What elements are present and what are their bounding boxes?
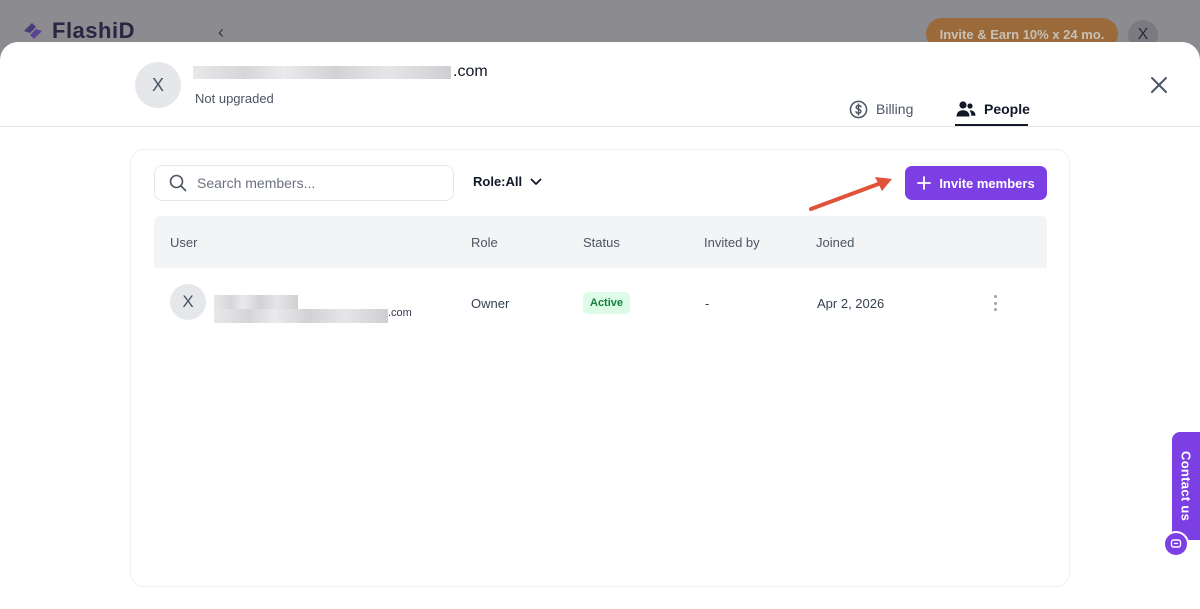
active-tab-indicator xyxy=(955,124,1028,126)
contact-us-label: Contact us xyxy=(1178,450,1194,522)
member-role: Owner xyxy=(471,296,510,311)
search-box[interactable] xyxy=(154,165,454,201)
tab-people[interactable]: People xyxy=(956,92,1030,126)
dollar-circle-icon xyxy=(849,100,868,118)
row-actions-kebab-icon[interactable] xyxy=(990,293,1000,313)
tab-billing-label: Billing xyxy=(876,101,914,117)
column-invited-by: Invited by xyxy=(704,235,760,250)
members-card: Role:All Invite members User Role Status… xyxy=(130,149,1070,587)
invite-members-button[interactable]: Invite members xyxy=(905,166,1047,200)
redacted-email-blur xyxy=(214,309,388,323)
column-joined: Joined xyxy=(816,235,855,250)
member-avatar: X xyxy=(170,284,206,320)
role-filter-label: Role:All xyxy=(473,174,523,189)
people-icon xyxy=(956,101,976,117)
tab-people-label: People xyxy=(984,101,1030,117)
logo-text: FlashiD xyxy=(52,18,135,43)
status-badge: Active xyxy=(583,292,631,314)
member-joined-date: Apr 2, 2026 xyxy=(817,296,885,311)
account-email: .com xyxy=(193,63,488,81)
account-plan-status: Not upgraded xyxy=(195,91,274,106)
search-icon xyxy=(169,174,187,192)
redacted-email-blur xyxy=(193,65,451,79)
modal-header: X .com Not upgraded Billing People xyxy=(0,42,1200,127)
account-modal: X .com Not upgraded Billing People Searc… xyxy=(0,42,1200,609)
role-filter-dropdown[interactable]: Role:All xyxy=(473,174,542,189)
contact-us-tab[interactable]: Contact us xyxy=(1172,432,1200,540)
close-icon xyxy=(1151,77,1167,93)
plus-icon xyxy=(917,176,932,190)
close-button[interactable] xyxy=(1148,74,1170,96)
search-input[interactable] xyxy=(197,175,437,191)
redacted-name-blur xyxy=(214,295,298,309)
annotation-arrow-icon xyxy=(809,177,892,211)
tab-billing[interactable]: Billing xyxy=(849,92,913,126)
account-avatar: X xyxy=(135,62,181,108)
column-status: Status xyxy=(583,235,620,250)
member-invited-by: - xyxy=(705,296,710,311)
app-logo: FlashiD xyxy=(20,18,135,44)
members-table-header: User Role Status Invited by Joined xyxy=(154,216,1047,268)
column-role: Role xyxy=(471,235,498,250)
invite-members-label: Invite members xyxy=(939,175,1035,191)
chevron-down-icon xyxy=(530,178,542,185)
logo-mark-icon xyxy=(20,18,46,44)
column-user: User xyxy=(170,235,198,250)
account-email-suffix: .com xyxy=(453,63,488,80)
member-email-suffix: .com xyxy=(388,307,412,319)
table-row[interactable]: X .com Owner Active - Apr 2, 2026 xyxy=(154,270,1047,336)
chat-bubble-icon[interactable] xyxy=(1163,531,1189,557)
back-chevron-icon: ‹ xyxy=(218,22,224,42)
